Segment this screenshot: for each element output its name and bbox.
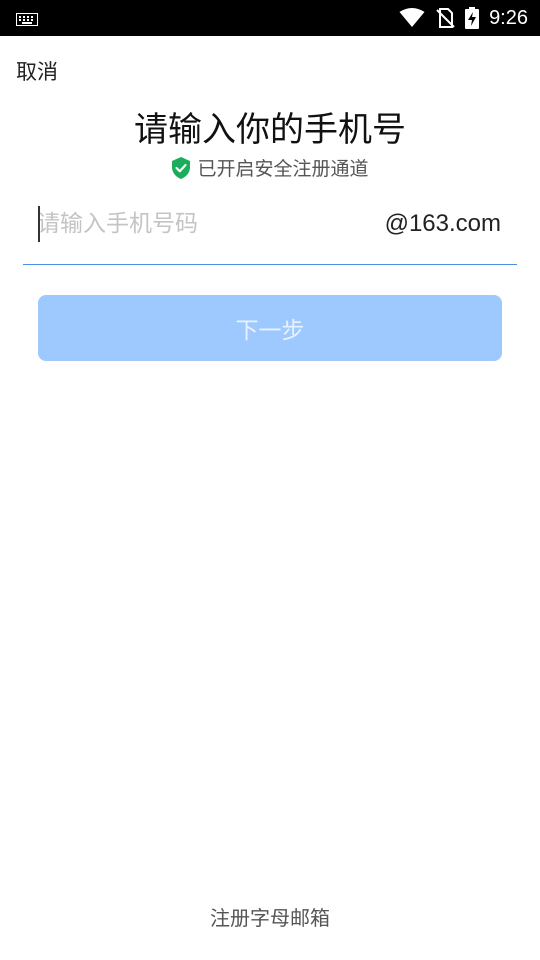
domain-suffix: @163.com	[384, 210, 501, 237]
page-title: 请输入你的手机号	[134, 110, 406, 150]
secure-notice: 已开启安全注册通道	[0, 154, 540, 181]
phone-field: @163.com	[23, 196, 517, 265]
no-sim-icon	[435, 8, 455, 28]
register-letter-email-link[interactable]: 注册字母邮箱	[0, 902, 540, 931]
cancel-button[interactable]: 取消	[16, 56, 58, 86]
phone-input[interactable]	[37, 204, 377, 244]
next-button[interactable]: 下一步	[38, 295, 502, 361]
text-cursor	[38, 206, 40, 242]
secure-notice-text: 已开启安全注册通道	[197, 158, 369, 180]
battery-charging-icon	[465, 7, 480, 29]
status-bar: 9:26	[0, 0, 540, 36]
keyboard-icon	[16, 11, 38, 26]
shield-check-icon	[172, 156, 191, 179]
status-time: 9:26	[489, 6, 528, 29]
wifi-icon	[399, 8, 425, 28]
